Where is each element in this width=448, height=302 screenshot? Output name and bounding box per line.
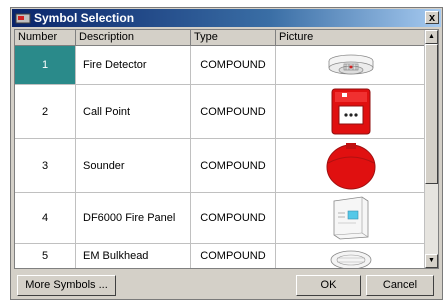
- vertical-scrollbar[interactable]: ▲ ▼: [424, 30, 438, 268]
- symbol-selection-dialog: Symbol Selection x Number Description Ty…: [10, 7, 443, 300]
- cancel-button[interactable]: Cancel: [366, 275, 434, 296]
- column-header-number[interactable]: Number: [15, 30, 76, 46]
- table-row[interactable]: 1 Fire Detector COMPOUND: [15, 46, 426, 85]
- row-picture: [276, 193, 426, 243]
- bulkhead-icon: [330, 250, 371, 268]
- fire-detector-icon: [328, 54, 373, 75]
- row-type: COMPOUND: [191, 193, 276, 243]
- ok-button[interactable]: OK: [296, 275, 361, 296]
- row-type: COMPOUND: [191, 139, 276, 192]
- table-row[interactable]: 4 DF6000 Fire Panel COMPOUND: [15, 193, 426, 244]
- row-picture: [276, 139, 426, 192]
- scroll-down-icon[interactable]: ▼: [425, 254, 438, 268]
- row-picture: [276, 85, 426, 138]
- scroll-thumb[interactable]: [425, 44, 438, 184]
- table-row[interactable]: 3 Sounder COMPOUND: [15, 139, 426, 193]
- row-description: Call Point: [76, 85, 191, 138]
- table-row[interactable]: 5 EM Bulkhead COMPOUND: [15, 244, 426, 268]
- row-number: 4: [15, 193, 76, 243]
- row-picture: [276, 46, 426, 84]
- column-header-type[interactable]: Type: [191, 30, 276, 46]
- row-number: 3: [15, 139, 76, 192]
- close-button[interactable]: x: [425, 11, 439, 24]
- title-bar[interactable]: Symbol Selection x: [12, 9, 441, 27]
- scroll-up-icon[interactable]: ▲: [425, 30, 438, 44]
- more-symbols-button[interactable]: More Symbols ...: [17, 275, 116, 296]
- row-type: COMPOUND: [191, 85, 276, 138]
- column-header-description[interactable]: Description: [76, 30, 191, 46]
- row-number: 1: [15, 46, 76, 84]
- row-description: Fire Detector: [76, 46, 191, 84]
- row-description: EM Bulkhead: [76, 244, 191, 268]
- row-type: COMPOUND: [191, 244, 276, 268]
- row-description: DF6000 Fire Panel: [76, 193, 191, 243]
- row-type: COMPOUND: [191, 46, 276, 84]
- table-row[interactable]: 2 Call Point COMPOUND: [15, 85, 426, 139]
- row-number: 2: [15, 85, 76, 138]
- row-number: 5: [15, 244, 76, 268]
- row-description: Sounder: [76, 139, 191, 192]
- app-icon: [15, 13, 31, 24]
- symbol-table: Number Description Type Picture 1 Fire D…: [14, 29, 439, 269]
- fire-panel-icon: [333, 196, 368, 240]
- column-header-picture[interactable]: Picture: [276, 30, 426, 46]
- sounder-icon: [326, 142, 375, 189]
- row-picture: [276, 244, 426, 268]
- window-title: Symbol Selection: [34, 11, 135, 25]
- call-point-icon: [331, 88, 370, 134]
